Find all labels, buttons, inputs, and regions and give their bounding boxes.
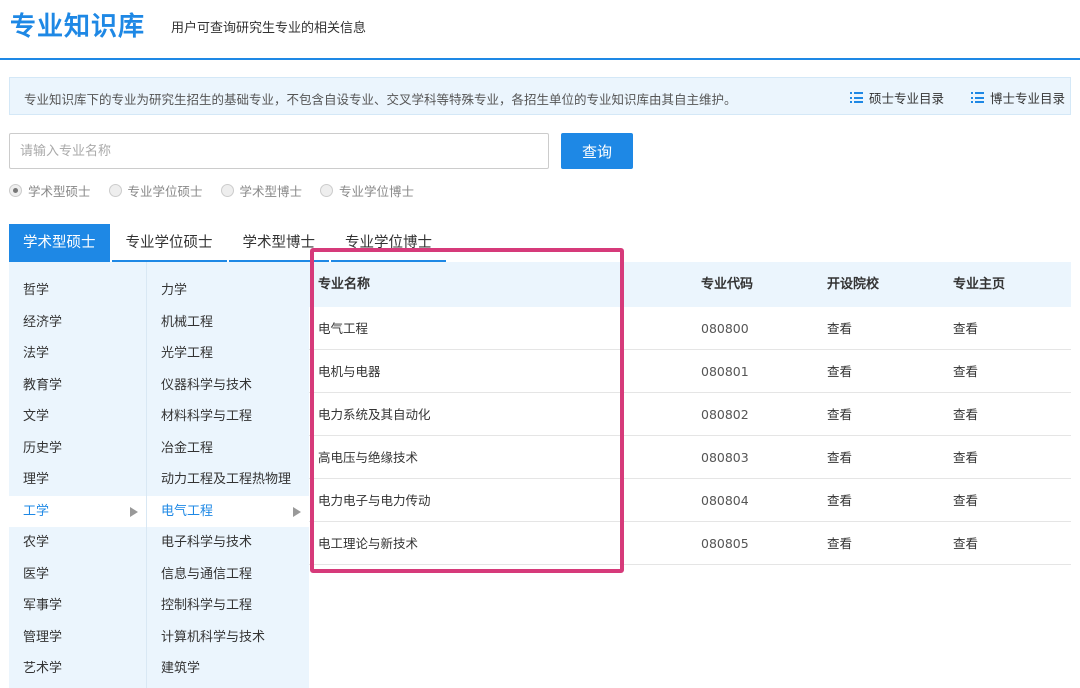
- radio-professional-master[interactable]: 专业学位硕士: [108, 181, 203, 200]
- radio-label: 专业学位博士: [339, 184, 415, 199]
- notice-bar: 专业知识库下的专业为研究生招生的基础专业，不包含自设专业、交叉学科等特殊专业，各…: [9, 77, 1071, 115]
- table-row: 电工理论与新技术 080805 查看 查看: [309, 522, 1071, 565]
- search-button[interactable]: 查询: [561, 133, 633, 169]
- list-icon: [971, 92, 984, 103]
- discipline-list: 力学 机械工程 光学工程 仪器科学与技术 材料科学与工程 冶金工程 动力工程及工…: [146, 262, 309, 688]
- page-title: 专业知识库: [10, 12, 146, 42]
- category-item[interactable]: 法学: [9, 338, 146, 370]
- page-subtitle: 用户可查询研究生专业的相关信息: [171, 21, 367, 36]
- search-input[interactable]: [9, 133, 549, 169]
- degree-type-radios: 学术型硕士 专业学位硕士 学术型博士 专业学位博士: [9, 181, 432, 200]
- radio-circle: [9, 184, 22, 197]
- master-catalog-link[interactable]: 硕士专业目录: [850, 88, 944, 107]
- view-homepage-link[interactable]: 查看: [953, 436, 978, 479]
- category-label: 工学: [23, 503, 50, 519]
- discipline-item[interactable]: 力学: [147, 275, 309, 307]
- major-name: 电气工程: [318, 321, 369, 336]
- view-schools-link[interactable]: 查看: [827, 522, 852, 565]
- radio-circle: [108, 184, 122, 197]
- view-schools-link[interactable]: 查看: [827, 479, 852, 522]
- radio-professional-doctor[interactable]: 专业学位博士: [320, 181, 414, 200]
- discipline-item[interactable]: 电子科学与技术: [147, 527, 309, 559]
- radio-academic-master[interactable]: 学术型硕士: [9, 181, 91, 200]
- view-homepage-link[interactable]: 查看: [953, 307, 978, 350]
- major-code: 080803: [701, 450, 749, 465]
- major-name: 电力电子与电力传动: [318, 493, 431, 508]
- category-item[interactable]: 教育学: [9, 370, 146, 402]
- discipline-item[interactable]: 建筑学: [147, 653, 309, 685]
- major-name: 电工理论与新技术: [318, 536, 419, 551]
- discipline-item[interactable]: 控制科学与工程: [147, 590, 309, 622]
- caret-right-icon: [293, 506, 301, 517]
- degree-tabs: 学术型硕士 专业学位硕士 学术型博士 专业学位博士: [9, 224, 448, 262]
- discipline-item[interactable]: 动力工程及工程热物理: [147, 464, 309, 496]
- major-name: 电力系统及其自动化: [318, 407, 431, 422]
- discipline-item[interactable]: 仪器科学与技术: [147, 370, 309, 402]
- discipline-item[interactable]: 信息与通信工程: [147, 559, 309, 591]
- view-schools-link[interactable]: 查看: [827, 307, 852, 350]
- radio-circle: [320, 184, 334, 197]
- header-school: 开设院校: [827, 277, 880, 292]
- major-code: 080805: [701, 536, 749, 551]
- table-row: 高电压与绝缘技术 080803 查看 查看: [309, 436, 1071, 479]
- discipline-item[interactable]: 计算机科学与技术: [147, 622, 309, 654]
- tab-academic-doctor[interactable]: 学术型博士: [228, 224, 329, 262]
- view-homepage-link[interactable]: 查看: [953, 479, 978, 522]
- major-code: 080804: [701, 493, 749, 508]
- master-catalog-label: 硕士专业目录: [869, 91, 945, 106]
- radio-academic-doctor[interactable]: 学术型博士: [220, 181, 303, 200]
- major-code: 080802: [701, 407, 749, 422]
- notice-text: 专业知识库下的专业为研究生招生的基础专业，不包含自设专业、交叉学科等特殊专业，各…: [24, 92, 737, 107]
- tab-academic-master[interactable]: 学术型硕士: [9, 224, 110, 262]
- radio-label: 专业学位硕士: [127, 184, 203, 199]
- table-row: 电力电子与电力传动 080804 查看 查看: [309, 479, 1071, 522]
- table-row: 电机与电器 080801 查看 查看: [309, 350, 1071, 393]
- list-icon: [850, 92, 863, 103]
- category-item[interactable]: 农学: [9, 527, 146, 559]
- major-name: 高电压与绝缘技术: [318, 450, 419, 465]
- discipline-label: 电气工程: [161, 503, 214, 519]
- view-schools-link[interactable]: 查看: [827, 393, 852, 436]
- discipline-item-electrical[interactable]: 电气工程: [147, 495, 309, 527]
- table-header: 专业名称 专业代码 开设院校 专业主页: [309, 262, 1071, 307]
- view-homepage-link[interactable]: 查看: [953, 393, 978, 436]
- category-item[interactable]: 医学: [9, 559, 146, 591]
- major-table: 专业名称 专业代码 开设院校 专业主页 电气工程 080800 查看 查看 电机…: [309, 262, 1071, 565]
- page-header: 专业知识库 用户可查询研究生专业的相关信息: [0, 0, 1080, 60]
- view-schools-link[interactable]: 查看: [827, 350, 852, 393]
- doctor-catalog-link[interactable]: 博士专业目录: [971, 88, 1065, 107]
- view-schools-link[interactable]: 查看: [827, 436, 852, 479]
- view-homepage-link[interactable]: 查看: [953, 350, 978, 393]
- header-home: 专业主页: [953, 277, 1006, 292]
- radio-label: 学术型硕士: [28, 184, 91, 199]
- discipline-item[interactable]: 光学工程: [147, 338, 309, 370]
- table-row: 电力系统及其自动化 080802 查看 查看: [309, 393, 1071, 436]
- discipline-item[interactable]: 冶金工程: [147, 433, 309, 465]
- major-code: 080801: [701, 364, 749, 379]
- radio-label: 学术型博士: [239, 184, 303, 199]
- category-item[interactable]: 管理学: [9, 622, 146, 654]
- category-item[interactable]: 文学: [9, 401, 146, 433]
- tab-professional-doctor[interactable]: 专业学位博士: [331, 224, 446, 262]
- caret-right-icon: [130, 506, 138, 517]
- discipline-item[interactable]: 机械工程: [147, 307, 309, 339]
- major-code: 080800: [701, 321, 749, 336]
- category-item[interactable]: 艺术学: [9, 653, 146, 685]
- category-item[interactable]: 理学: [9, 464, 146, 496]
- view-homepage-link[interactable]: 查看: [953, 522, 978, 565]
- table-row: 电气工程 080800 查看 查看: [309, 307, 1071, 350]
- category-item[interactable]: 哲学: [9, 275, 146, 307]
- header-code: 专业代码: [701, 277, 754, 292]
- header-name: 专业名称: [318, 277, 371, 292]
- category-list: 哲学 经济学 法学 教育学 文学 历史学 理学 工学 农学 医学 军事学 管理学…: [9, 262, 146, 688]
- radio-circle: [220, 184, 234, 197]
- major-name: 电机与电器: [318, 364, 381, 379]
- category-item[interactable]: 军事学: [9, 590, 146, 622]
- doctor-catalog-label: 博士专业目录: [990, 91, 1066, 106]
- tab-professional-master[interactable]: 专业学位硕士: [111, 224, 227, 262]
- category-item[interactable]: 历史学: [9, 433, 146, 465]
- category-item[interactable]: 经济学: [9, 307, 146, 339]
- discipline-item[interactable]: 材料科学与工程: [147, 401, 309, 433]
- category-item-engineering[interactable]: 工学: [9, 495, 146, 527]
